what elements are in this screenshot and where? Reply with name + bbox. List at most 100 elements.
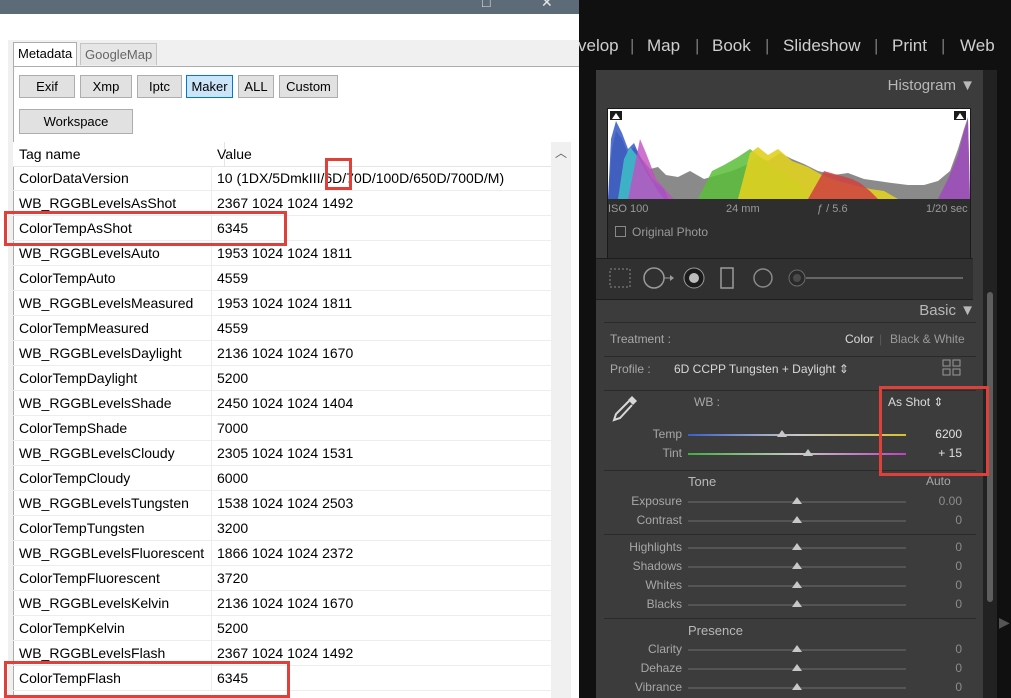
profile-label: Profile : [610,362,651,376]
dehaze-value[interactable]: 0 [922,661,962,675]
module-map[interactable]: Map [647,36,680,56]
basic-title[interactable]: Basic ▼ [919,302,975,319]
xmp-button[interactable]: Xmp [80,75,132,98]
tone-auto-button[interactable]: Auto [926,474,951,488]
value-cell: 6000 [217,470,249,486]
table-row[interactable]: ColorTempCloudy 6000 [13,466,551,491]
radial-filter-icon[interactable] [753,268,773,288]
close-button[interactable]: ✕ [541,0,553,11]
dehaze-slider-thumb[interactable] [792,664,802,671]
red-eye-icon[interactable] [683,267,705,289]
module-print[interactable]: Print [892,36,927,56]
graduated-filter-icon[interactable] [720,267,734,289]
value-cell: 1953 1024 1024 1811 [217,295,353,311]
histogram-title[interactable]: Histogram ▼ [888,77,975,94]
brush-size-slider[interactable] [806,277,963,279]
value-cell: 1866 1024 1024 2372 [217,545,354,561]
collapse-triangle-icon[interactable]: ▼ [960,77,975,94]
tab-metadata[interactable]: Metadata [13,42,78,66]
blacks-label: Blacks [646,597,682,611]
contrast-value[interactable]: 0 [922,513,962,527]
vibrance-slider-thumb[interactable] [792,683,802,690]
scroll-up-icon[interactable]: ︿ [555,144,567,161]
highlights-slider-thumb[interactable] [792,543,802,550]
iptc-button[interactable]: Iptc [137,75,182,98]
exif-shutter: 1/20 sec [926,203,968,215]
adjustment-brush-icon[interactable] [788,269,806,287]
custom-button[interactable]: Custom [279,75,338,98]
checkbox-icon[interactable] [615,226,626,237]
treatment-color[interactable]: Color [845,332,874,346]
table-row[interactable]: WB_RGGBLevelsShade 2450 1024 1024 1404 [13,391,551,416]
clarity-label: Clarity [647,642,682,656]
blacks-slider-thumb[interactable] [792,600,802,607]
temp-slider[interactable] [688,434,906,436]
table-row[interactable]: WB_RGGBLevelsCloudy 2305 1024 1024 1531 [13,441,551,466]
table-row[interactable]: ColorTempDaylight 5200 [13,366,551,391]
module-book[interactable]: Book [712,36,751,56]
shadows-slider-thumb[interactable] [792,562,802,569]
lightroom-window: velop | Map | Book | Slideshow | Print |… [579,0,1011,698]
clarity-slider-thumb[interactable] [792,645,802,652]
table-row[interactable]: ColorTempAuto 4559 [13,266,551,291]
table-row[interactable]: ColorTempKelvin 5200 [13,616,551,641]
value-cell: 2450 1024 1024 1404 [217,395,354,411]
crop-overlay-icon[interactable] [609,268,631,288]
exposure-slider-thumb[interactable] [792,497,802,504]
table-row[interactable]: WB_RGGBLevelsTungsten 1538 1024 1024 2503 [13,491,551,516]
module-slideshow[interactable]: Slideshow [783,36,861,56]
table-row[interactable]: ColorTempTungsten 3200 [13,516,551,541]
profile-select[interactable]: 6D CCPP Tungsten + Daylight ⇕ [674,362,849,376]
window-titlebar: □ ✕ [0,0,579,14]
highlights-value[interactable]: 0 [922,540,962,554]
tab-googlemap[interactable]: GoogleMap [80,43,158,65]
tag-name-cell: ColorTempCloudy [19,470,131,486]
profile-browser-icon[interactable] [942,359,962,377]
table-row[interactable]: ColorDataVersion 10 (1DX/5DmkIII/6D/70D/1… [13,166,551,191]
tag-name-cell: ColorTempKelvin [19,620,125,636]
table-row[interactable]: ColorTempFluorescent 3720 [13,566,551,591]
blacks-value[interactable]: 0 [922,597,962,611]
module-develop[interactable]: velop [579,36,619,56]
temp-slider-thumb[interactable] [776,430,787,437]
original-photo-toggle[interactable]: Original Photo [615,225,708,239]
contrast-slider-thumb[interactable] [792,516,802,523]
exif-iso: ISO 100 [608,203,649,215]
value-cell: 4559 [217,320,249,336]
table-row[interactable]: WB_RGGBLevelsKelvin 2136 1024 1024 1670 [13,591,551,616]
treatment-bw[interactable]: Black & White [890,332,965,346]
shadows-value[interactable]: 0 [922,559,962,573]
value-cell: 10 (1DX/5DmkIII/6D/70D/100D/650D/700D/M) [217,170,505,186]
table-row[interactable]: ColorTempMeasured 4559 [13,316,551,341]
exposure-value[interactable]: 0.00 [922,494,962,508]
grid-scrollbar[interactable]: ︿ [551,142,571,698]
tag-name-cell: WB_RGGBLevelsMeasured [19,295,194,311]
clarity-value[interactable]: 0 [922,642,962,656]
module-web[interactable]: Web [960,36,995,56]
column-header-tag[interactable]: Tag name [19,142,80,166]
maximize-button[interactable]: □ [482,0,490,10]
value-cell: 2136 1024 1024 1670 [217,595,354,611]
vibrance-value[interactable]: 0 [922,680,962,694]
table-row[interactable]: WB_RGGBLevelsFluorescent 1866 1024 1024 2… [13,541,551,566]
whites-slider-thumb[interactable] [792,581,802,588]
column-header-value[interactable]: Value [217,142,252,166]
table-row[interactable]: WB_RGGBLevelsDaylight 2136 1024 1024 1670 [13,341,551,366]
workspace-button[interactable]: Workspace [19,109,133,134]
table-row[interactable]: ColorTempShade 7000 [13,416,551,441]
whites-value[interactable]: 0 [922,578,962,592]
tag-name-cell: ColorTempShade [19,420,128,436]
spot-removal-icon[interactable] [643,267,674,289]
wb-eyedropper-icon[interactable] [610,392,640,424]
tint-slider-thumb[interactable] [802,449,813,456]
collapse-triangle-icon[interactable]: ▼ [960,302,975,319]
expand-right-icon[interactable]: ▶ [999,614,1010,631]
table-row[interactable]: WB_RGGBLevelsMeasured 1953 1024 1024 1811 [13,291,551,316]
value-cell: 3720 [217,570,249,586]
exif-button[interactable]: Exif [19,75,75,98]
tag-name-cell: WB_RGGBLevelsCloudy [19,445,175,461]
grid-header: Tag name Value [13,142,551,167]
all-button[interactable]: ALL [238,75,274,98]
maker-button[interactable]: Maker [186,75,233,98]
tint-slider[interactable] [688,453,906,455]
